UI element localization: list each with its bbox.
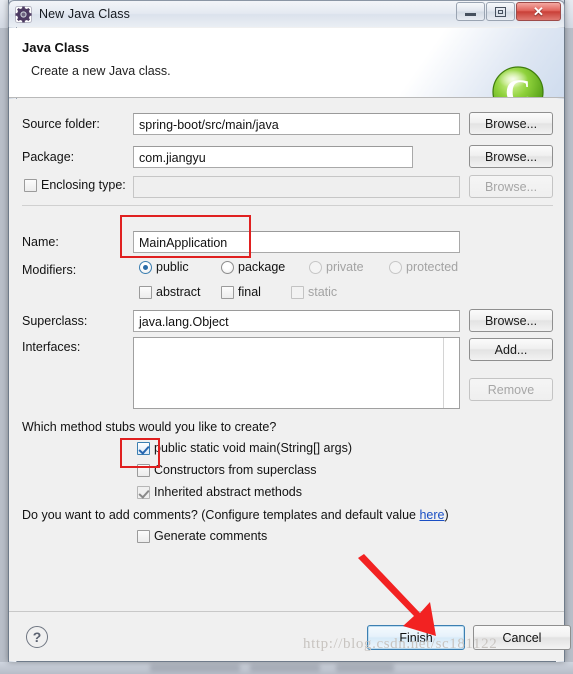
stub-label: public static void main(String[] args) [154,441,352,455]
desktop-background-bottom [0,662,573,674]
radio-icon [389,260,402,274]
window-controls: ✕ [455,2,561,21]
help-icon[interactable]: ? [26,626,48,648]
stub-checkbox-main[interactable]: public static void main(String[] args) [137,441,352,455]
source-folder-input[interactable]: spring-boot/src/main/java [133,113,460,135]
interfaces-remove-button: Remove [469,378,553,401]
section-divider-1 [22,205,553,206]
page-title: Java Class [22,40,90,55]
minimize-button[interactable] [456,2,485,21]
enclosing-type-label: Enclosing type: [41,178,126,192]
stub-label: Constructors from superclass [154,463,317,477]
interfaces-scrollbar[interactable] [443,338,444,408]
interfaces-list[interactable] [133,337,460,409]
svg-text:C: C [505,72,531,98]
checkbox-icon [137,441,150,455]
window-title: New Java Class [39,7,131,21]
dialog-header: Java Class Create a new Java class. C [9,28,564,98]
generate-comments-checkbox[interactable]: Generate comments [137,529,267,543]
superclass-label: Superclass: [22,314,88,328]
modifier-checkbox-abstract[interactable]: abstract [139,285,200,299]
enclosing-type-input[interactable] [133,176,460,198]
comments-question-suffix: ) [444,508,449,522]
close-icon: ✕ [533,3,544,19]
stub-label: Inherited abstract methods [154,485,302,499]
modifier-radio-package[interactable]: package [221,260,285,274]
modifier-radio-public[interactable]: public [139,260,189,274]
checkbox-icon [291,285,304,299]
restore-icon [495,6,506,17]
source-folder-label: Source folder: [22,117,100,131]
configure-templates-link[interactable]: here [419,508,444,522]
enclosing-type-browse-button: Browse... [469,175,553,198]
interfaces-label: Interfaces: [22,340,81,354]
radio-icon [221,260,234,274]
name-input[interactable]: MainApplication [133,231,460,253]
modifier-checkbox-final[interactable]: final [221,285,261,299]
minimize-icon [465,13,476,16]
name-label: Name: [22,235,59,249]
superclass-browse-button[interactable]: Browse... [469,309,553,332]
modifier-label: abstract [156,285,201,299]
package-browse-button[interactable]: Browse... [469,145,553,168]
modifier-label: static [308,285,338,299]
modifier-label: package [238,260,286,274]
modifier-label: protected [406,260,459,274]
superclass-input[interactable]: java.lang.Object [133,310,460,332]
close-button[interactable]: ✕ [516,2,561,21]
restore-button[interactable] [486,2,515,21]
page-subtitle: Create a new Java class. [31,64,171,78]
package-label: Package: [22,150,75,164]
modifier-radio-protected: protected [389,260,458,274]
checkbox-icon [137,529,150,543]
green-c-icon: C [490,64,547,98]
dialog-body: Source folder: spring-boot/src/main/java… [9,99,564,611]
stub-checkbox-inherited[interactable]: Inherited abstract methods [137,485,302,499]
modifiers-label: Modifiers: [22,263,77,277]
watermark: http://blog.csdn.net/sc181122 [303,636,498,652]
generate-comments-label: Generate comments [154,529,268,543]
comments-question: Do you want to add comments? (Configure … [22,508,449,522]
checkbox-icon [24,178,37,192]
modifier-label: public [156,260,189,274]
comments-question-prefix: Do you want to add comments? (Configure … [22,508,420,522]
interfaces-add-button[interactable]: Add... [469,338,553,361]
stub-checkbox-constructors[interactable]: Constructors from superclass [137,463,317,477]
modifier-radio-private: private [309,260,364,274]
method-stubs-question: Which method stubs would you like to cre… [22,420,277,434]
modifier-checkbox-static: static [291,285,337,299]
checkbox-icon [139,285,152,299]
checkbox-icon [137,463,150,477]
source-folder-browse-button[interactable]: Browse... [469,112,553,135]
modifier-label: private [326,260,364,274]
radio-icon [139,260,152,274]
title-bar[interactable]: New Java Class ✕ [8,0,565,27]
radio-icon [309,260,322,274]
modifier-label: final [238,285,261,299]
checkbox-icon [221,285,234,299]
checkbox-icon [137,485,150,499]
package-input[interactable]: com.jiangyu [133,146,413,168]
enclosing-type-checkbox[interactable]: Enclosing type: [24,178,126,192]
eclipse-gear-icon [15,5,32,23]
